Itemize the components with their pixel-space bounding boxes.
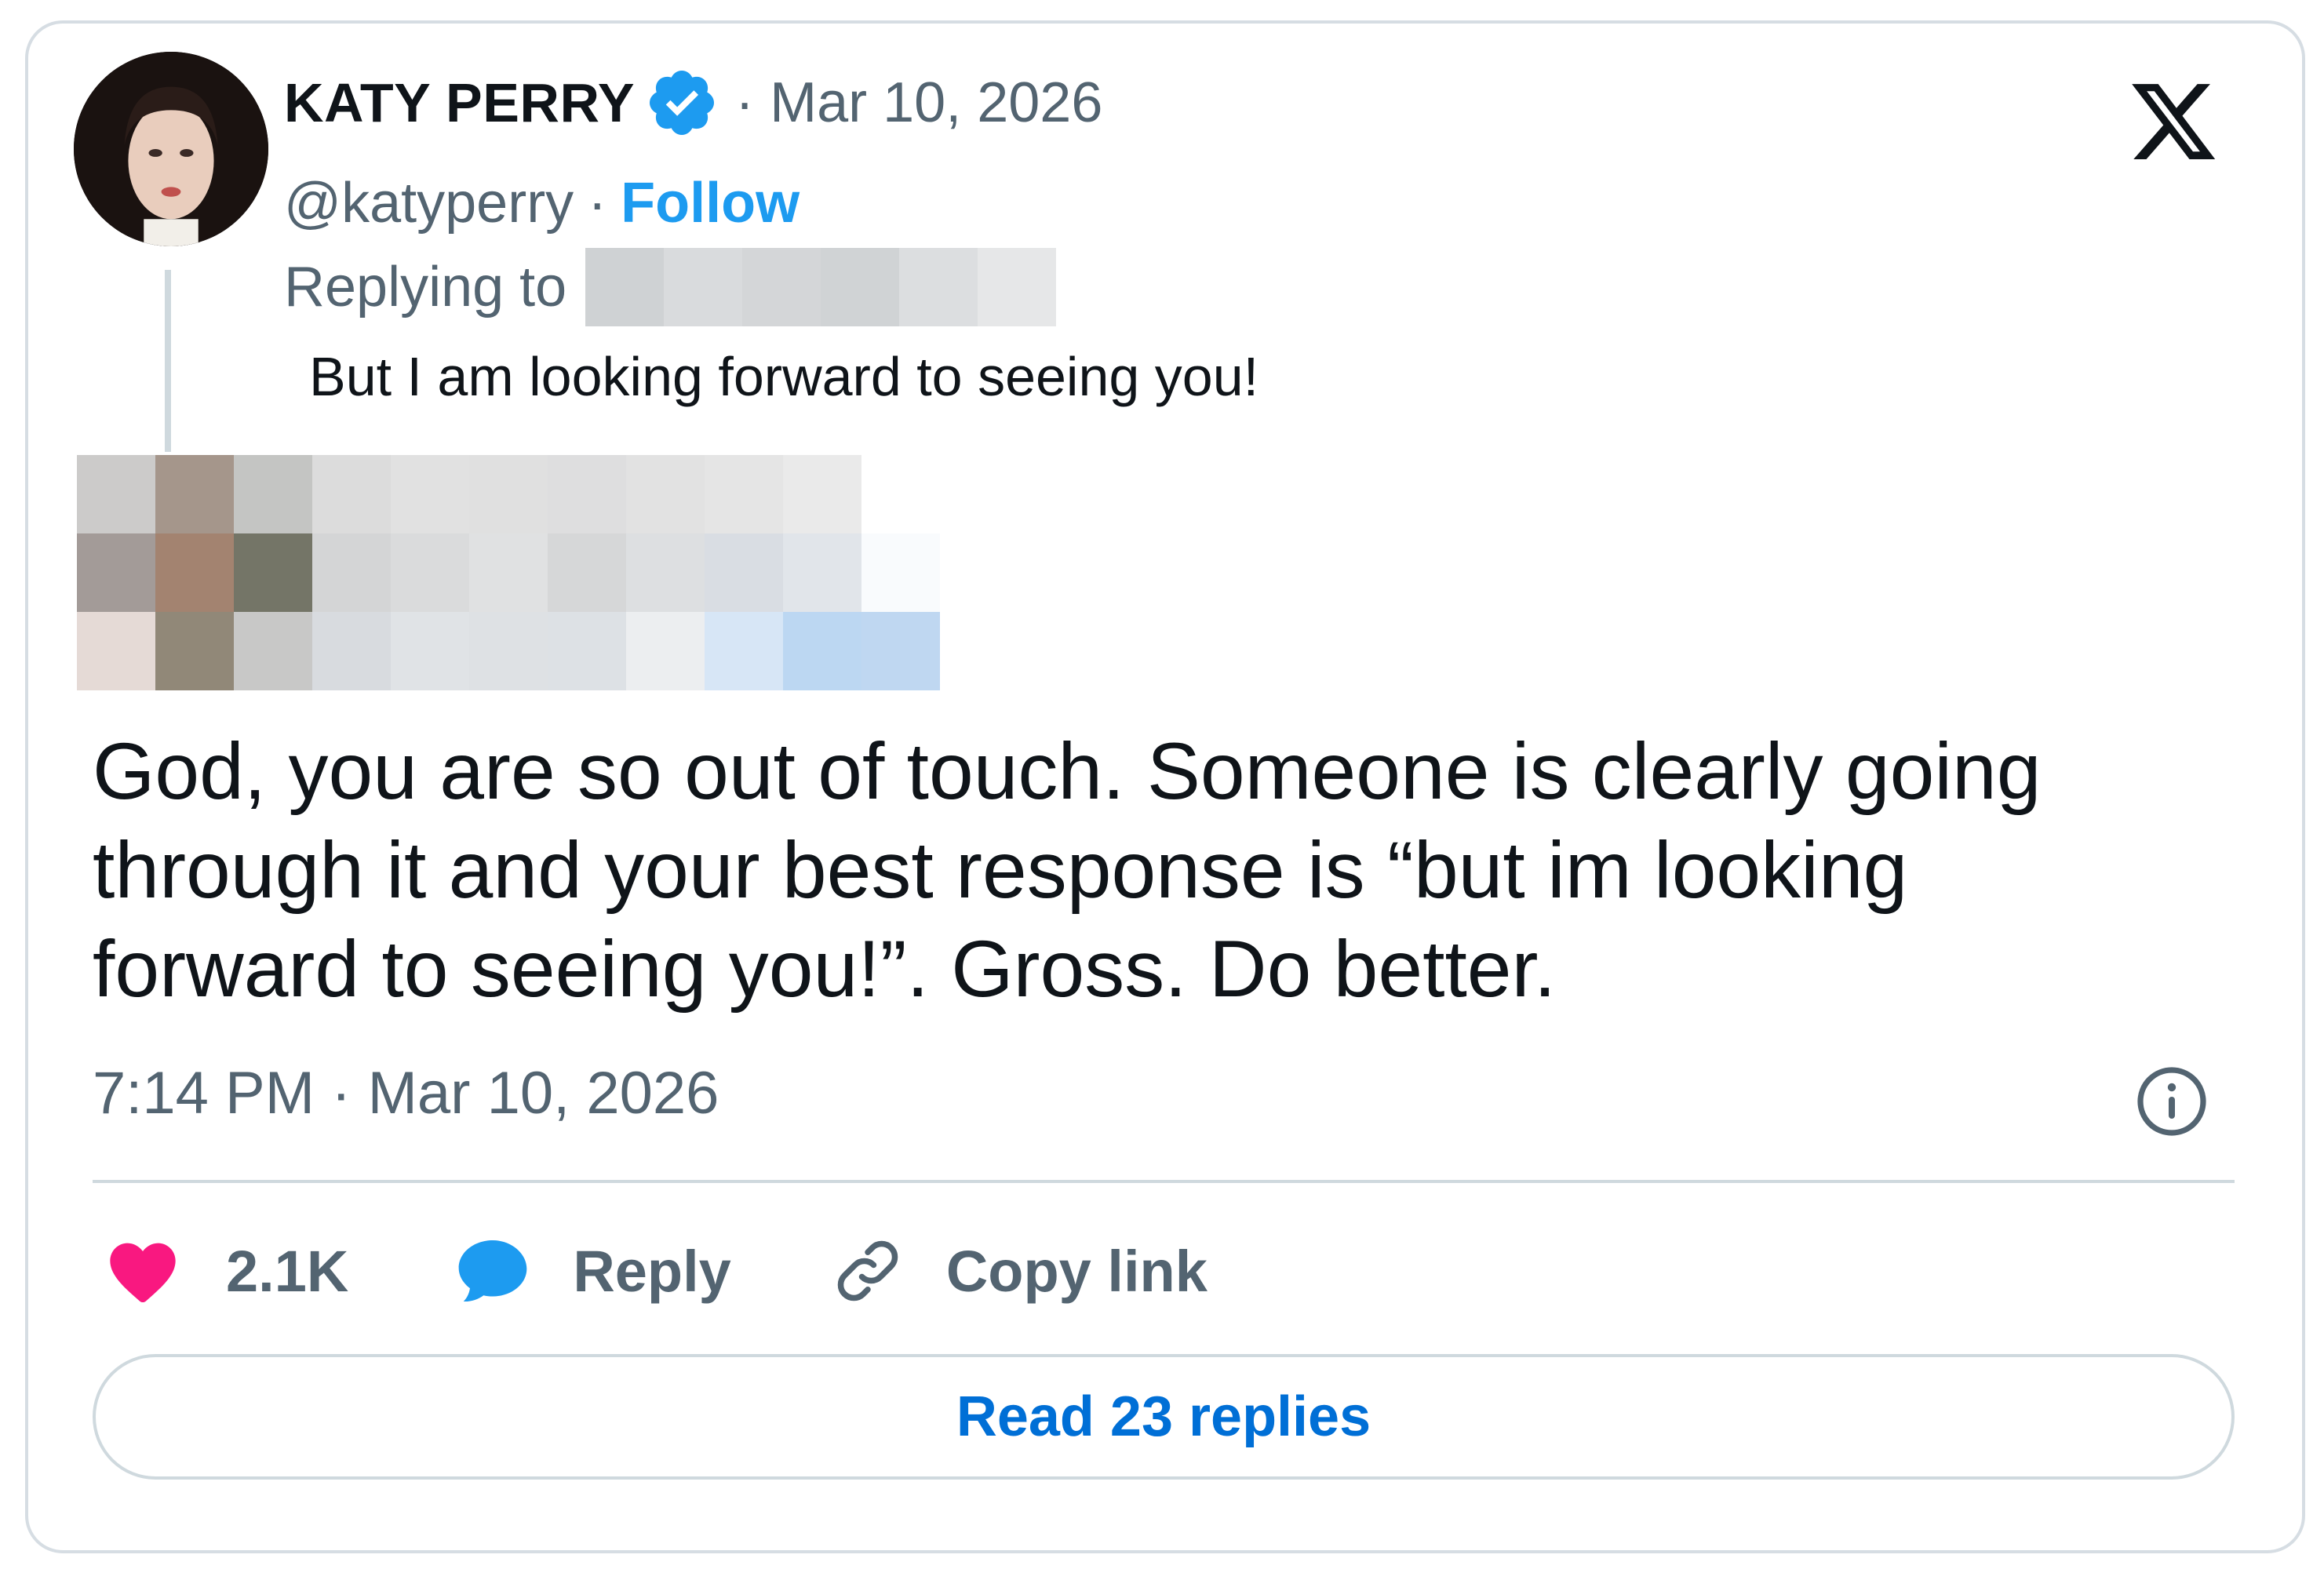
like-button[interactable]: 2.1K bbox=[104, 1232, 348, 1310]
heart-icon bbox=[110, 1243, 176, 1302]
actions-bar: 2.1K Reply Copy link bbox=[104, 1224, 1208, 1318]
reply-label: Reply bbox=[573, 1238, 731, 1304]
replying-to-label: Replying to bbox=[284, 256, 567, 319]
speech-bubble-icon bbox=[458, 1240, 527, 1302]
thread-connector-line bbox=[165, 270, 171, 452]
author-name-row: KATY PERRY · Mar 10, 2026 bbox=[284, 60, 1102, 146]
redacted-reply-author-block bbox=[77, 455, 940, 690]
redacted-username bbox=[585, 248, 1057, 326]
copy-link-label: Copy link bbox=[945, 1238, 1208, 1304]
read-replies-button[interactable]: Read 23 replies bbox=[93, 1354, 2235, 1480]
verified-badge-icon bbox=[650, 71, 715, 135]
x-logo-icon[interactable] bbox=[2126, 75, 2220, 168]
like-count: 2.1K bbox=[226, 1238, 349, 1304]
author-avatar[interactable] bbox=[74, 52, 268, 246]
reply-button[interactable]: Reply bbox=[452, 1230, 731, 1312]
tweet-timestamp[interactable]: 7:14 PM · Mar 10, 2026 bbox=[93, 1059, 719, 1127]
handle-row: @katyperry · Follow bbox=[284, 160, 800, 246]
author-handle[interactable]: @katyperry bbox=[284, 171, 574, 235]
info-icon[interactable] bbox=[2134, 1064, 2209, 1139]
actions-divider bbox=[93, 1180, 2235, 1183]
tweet-date-short[interactable]: · Mar 10, 2026 bbox=[735, 71, 1102, 135]
author-name[interactable]: KATY PERRY bbox=[284, 71, 635, 134]
handle-separator: · bbox=[588, 172, 607, 235]
parent-tweet-text: But I am looking forward to seeing you! bbox=[309, 346, 1259, 407]
follow-button[interactable]: Follow bbox=[621, 171, 800, 235]
copy-link-button[interactable]: Copy link bbox=[829, 1232, 1208, 1310]
link-icon bbox=[837, 1240, 898, 1301]
tweet-body-text: God, you are so out of touch. Someone is… bbox=[93, 726, 2042, 1014]
replying-to-row: Replying to bbox=[284, 248, 1057, 326]
avatar-image bbox=[74, 52, 268, 246]
